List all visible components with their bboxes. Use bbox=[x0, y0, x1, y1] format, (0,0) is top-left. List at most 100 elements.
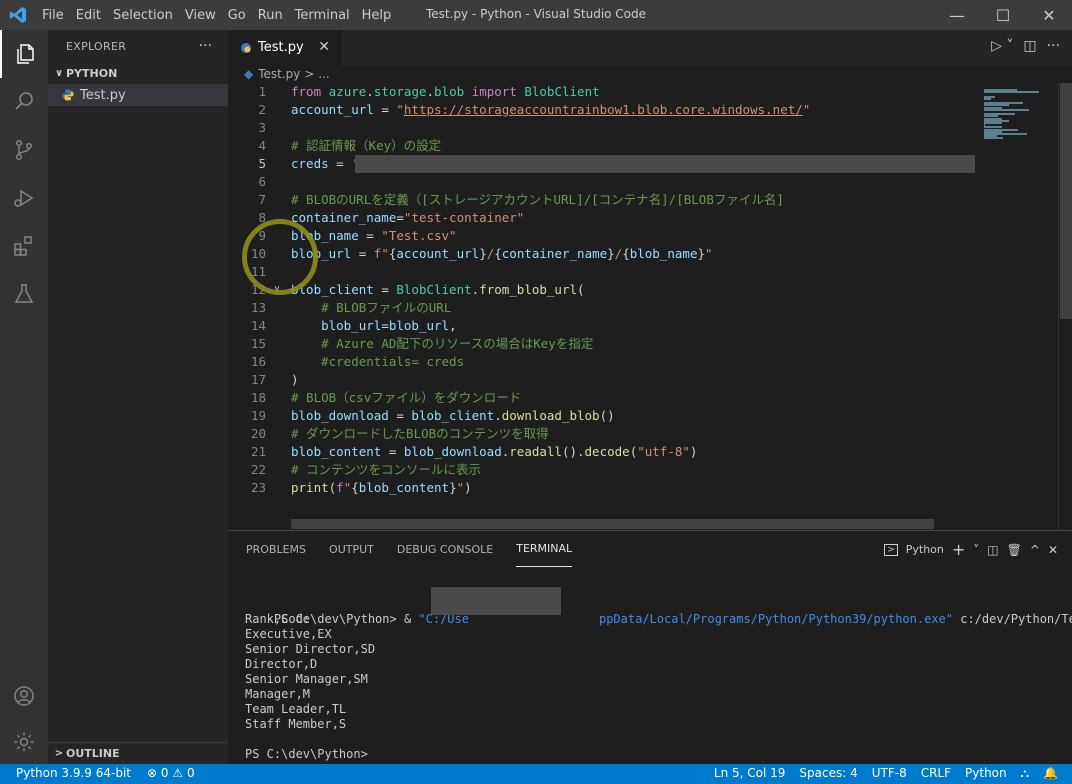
python-interpreter-status[interactable]: Python 3.9.9 64-bit bbox=[16, 766, 131, 780]
code-line[interactable]: 20 # ダウンロードしたBLOBのコンテンツを取得 bbox=[228, 425, 988, 443]
indentation-status[interactable]: Spaces: 4 bbox=[799, 766, 857, 781]
code-line[interactable]: 22 # コンテンツをコンソールに表示 bbox=[228, 461, 988, 479]
maximize-panel-icon[interactable]: ^ bbox=[1030, 543, 1040, 557]
panel-tab-terminal[interactable]: TERMINAL bbox=[516, 531, 573, 567]
code-line[interactable]: 11 bbox=[228, 263, 988, 281]
encoding-status[interactable]: UTF-8 bbox=[872, 766, 907, 781]
menu-item-help[interactable]: Help bbox=[356, 8, 398, 23]
menu-item-file[interactable]: File bbox=[36, 8, 70, 23]
error-count: 0 bbox=[160, 766, 169, 780]
tab-test-py[interactable]: Test.py ✕ bbox=[228, 30, 342, 65]
extensions-icon[interactable] bbox=[0, 222, 48, 270]
minimize-button[interactable]: — bbox=[934, 0, 980, 30]
breadcrumb: ◆ Test.py > ... bbox=[244, 65, 330, 83]
code-line[interactable]: 13 # BLOBファイルのURL bbox=[228, 299, 988, 317]
menu-item-selection[interactable]: Selection bbox=[107, 8, 179, 23]
code-token: # BLOBのURLを定義（[ストレージアカウントURL]/[コンテナ名]/[B… bbox=[291, 192, 784, 207]
close-tab-icon[interactable]: ✕ bbox=[318, 39, 330, 55]
close-window-button[interactable]: ✕ bbox=[1026, 0, 1072, 30]
line-number: 19 bbox=[250, 408, 266, 423]
account-icon[interactable] bbox=[0, 672, 48, 720]
code-line[interactable]: 14 blob_url=blob_url, bbox=[228, 317, 988, 335]
minimap-line bbox=[984, 97, 992, 100]
code-line[interactable]: 6 bbox=[228, 173, 988, 191]
terminal-shell-label[interactable]: Python bbox=[906, 543, 944, 556]
code-editor[interactable]: 23 print(f"{blob_content}") 22 # コンテンツをコンソー… bbox=[228, 83, 1072, 529]
code-token: } bbox=[697, 246, 705, 261]
terminal-output-line: Executive,EX bbox=[245, 627, 332, 641]
settings-gear-icon[interactable] bbox=[0, 718, 48, 766]
code-line[interactable]: 21 blob_content = blob_download.readall()… bbox=[228, 443, 988, 461]
run-debug-icon[interactable] bbox=[0, 174, 48, 222]
code-line[interactable]: 18 # BLOB（csvファイル）をダウンロード bbox=[228, 389, 988, 407]
search-icon[interactable] bbox=[0, 78, 48, 126]
code-line[interactable]: 15 # Azure AD配下のリソースの場合はKeyを指定 bbox=[228, 335, 988, 353]
notifications-bell-icon[interactable]: 🔔 bbox=[1043, 766, 1058, 781]
file-item-test-py[interactable]: Test.py bbox=[48, 84, 228, 106]
folder-python[interactable]: ∨ PYTHON bbox=[48, 62, 228, 84]
code-token: ( bbox=[577, 282, 585, 297]
code-line[interactable]: 12 ∨ blob_client = BlobClient.from_blob_ur… bbox=[228, 281, 988, 299]
code-line[interactable]: 17) bbox=[228, 371, 988, 389]
terminal-prompt-line[interactable]: PS C:\dev\Python> bbox=[245, 747, 368, 762]
code-line[interactable]: 7 # BLOBのURLを定義（[ストレージアカウントURL]/[コンテナ名]/[… bbox=[228, 191, 988, 209]
code-token: " bbox=[705, 246, 713, 261]
chevron-down-icon[interactable]: ˅ bbox=[973, 543, 979, 557]
trash-icon[interactable]: 🗑 bbox=[1007, 543, 1022, 557]
menu-item-view[interactable]: View bbox=[179, 8, 222, 23]
vscode-logo-icon bbox=[0, 0, 36, 30]
line-number: 13 bbox=[250, 300, 266, 315]
line-number: 14 bbox=[250, 318, 266, 333]
code-line[interactable]: 3 bbox=[228, 119, 988, 137]
maximize-button[interactable]: ☐ bbox=[980, 0, 1026, 30]
split-terminal-icon[interactable]: ◫ bbox=[987, 543, 998, 557]
more-actions-icon[interactable]: ··· bbox=[199, 38, 212, 54]
menu-item-go[interactable]: Go bbox=[222, 8, 252, 23]
feedback-icon[interactable]: ⛬ bbox=[1021, 766, 1029, 781]
more-actions-icon[interactable]: ··· bbox=[1047, 38, 1060, 54]
eol-status[interactable]: CRLF bbox=[921, 766, 951, 781]
outline-section[interactable]: > OUTLINE bbox=[48, 742, 228, 764]
source-control-icon[interactable] bbox=[0, 126, 48, 174]
code-token: } bbox=[449, 480, 457, 495]
bottom-panel: PROBLEMS OUTPUT DEBUG CONSOLE TERMINAL > Py… bbox=[228, 530, 1072, 764]
testing-flask-icon[interactable] bbox=[0, 270, 48, 318]
cursor-position-status[interactable]: Ln 5, Col 19 bbox=[714, 766, 786, 781]
close-panel-icon[interactable]: ✕ bbox=[1048, 543, 1058, 557]
editor-horizontal-scrollbar[interactable] bbox=[291, 519, 934, 529]
explorer-icon[interactable] bbox=[0, 30, 48, 78]
code-line[interactable]: 10 blob_url = f"{account_url}/{container_… bbox=[228, 245, 988, 263]
split-editor-icon[interactable]: ◫ bbox=[1023, 38, 1036, 54]
terminal-command-line[interactable]: PS C:\dev\Python> & "C:/Use ppData/Local/… bbox=[245, 597, 1072, 626]
menu-item-edit[interactable]: Edit bbox=[70, 8, 107, 23]
menu-item-run[interactable]: Run bbox=[252, 8, 289, 23]
run-file-icon[interactable]: ▷ ˅ bbox=[991, 38, 1013, 54]
code-token: " bbox=[456, 480, 465, 495]
scrollbar-thumb[interactable] bbox=[1060, 83, 1072, 319]
code-line[interactable]: 9 blob_name = "Test.csv" bbox=[228, 227, 988, 245]
breadcrumb-rest[interactable]: > ... bbox=[304, 67, 329, 81]
problems-status[interactable]: ⊗ 0 ⚠ 0 bbox=[147, 766, 195, 780]
code-line[interactable]: 19 blob_download = blob_client.download_b… bbox=[228, 407, 988, 425]
code-text: # BLOBファイルのURL bbox=[291, 299, 451, 317]
terminal-shell-icon: > bbox=[884, 543, 898, 556]
code-line[interactable]: 4 # 認証情報（Key）の設定 bbox=[228, 137, 988, 155]
minimap[interactable] bbox=[978, 83, 1058, 529]
code-token: # ダウンロードしたBLOBのコンテンツを取得 bbox=[291, 426, 549, 441]
code-token: = bbox=[328, 156, 352, 171]
panel-tab-problems[interactable]: PROBLEMS bbox=[246, 531, 306, 567]
menu-item-terminal[interactable]: Terminal bbox=[289, 8, 356, 23]
code-line[interactable]: 2 account_url = "https://storageaccountra… bbox=[228, 101, 988, 119]
explorer-sidebar: EXPLORER ··· ∨ PYTHON Test.py > OUTLINE bbox=[48, 30, 228, 764]
code-line[interactable]: 8 container_name="test-container" bbox=[228, 209, 988, 227]
code-line[interactable]: 1 from azure.storage.blob import BlobClie… bbox=[228, 83, 988, 101]
code-line[interactable]: 16 #credentials= creds bbox=[228, 353, 988, 371]
breadcrumb-file[interactable]: Test.py bbox=[258, 67, 300, 81]
panel-tab-debug-console[interactable]: DEBUG CONSOLE bbox=[397, 531, 493, 567]
language-mode-status[interactable]: Python bbox=[965, 766, 1007, 781]
editor-vertical-scrollbar[interactable] bbox=[1058, 83, 1072, 529]
panel-tab-output[interactable]: OUTPUT bbox=[329, 531, 374, 567]
new-terminal-icon[interactable]: + bbox=[952, 540, 965, 559]
code-line[interactable]: 23 print(f"{blob_content}") bbox=[228, 479, 988, 497]
